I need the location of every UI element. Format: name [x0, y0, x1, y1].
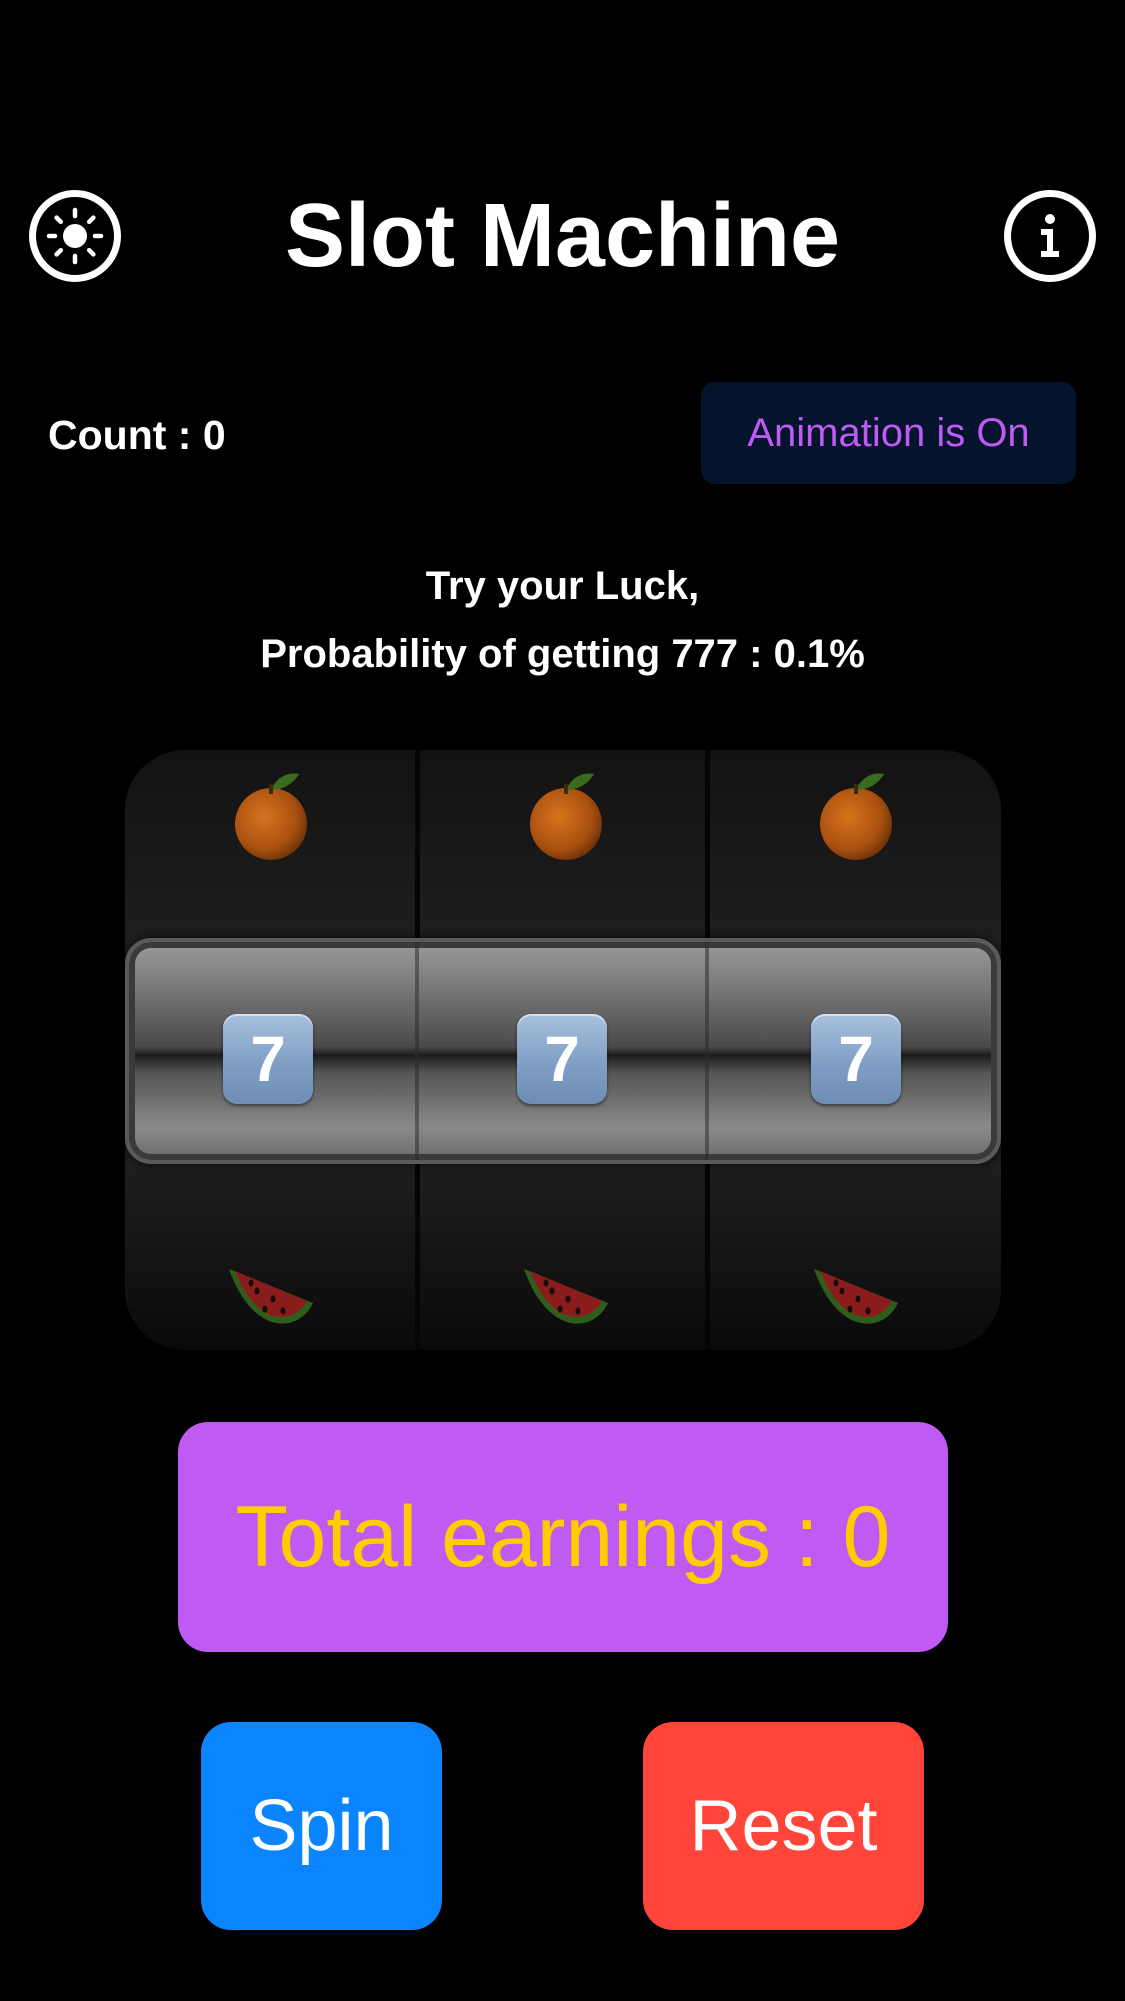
luck-message: Try your Luck, [425, 564, 700, 608]
info-icon [1041, 214, 1059, 257]
payline-divider [705, 942, 709, 1160]
spin-count: Count : 0 [48, 412, 226, 458]
seven-symbol: 7 [517, 1014, 607, 1104]
seven-symbol: 7 [223, 1014, 313, 1104]
orange-icon [530, 773, 602, 860]
reset-button[interactable]: Reset [643, 1722, 924, 1930]
orange-icon [235, 773, 307, 860]
page-title: Slot Machine [284, 186, 841, 286]
orange-icon [820, 773, 892, 860]
probability-message: Probability of getting 777 : 0.1% [260, 632, 865, 676]
seven-symbol: 7 [811, 1014, 901, 1104]
total-earnings: Total earnings : 0 [178, 1422, 948, 1652]
info-button[interactable] [1004, 190, 1096, 282]
watermelon-icon [229, 1269, 313, 1324]
payline-window: 7 7 7 [125, 938, 1001, 1164]
payline-divider [415, 942, 419, 1160]
spin-button[interactable]: Spin [201, 1722, 442, 1930]
animation-toggle-button[interactable]: Animation is On [701, 382, 1076, 484]
watermelon-icon [524, 1269, 608, 1324]
watermelon-icon [814, 1269, 898, 1324]
